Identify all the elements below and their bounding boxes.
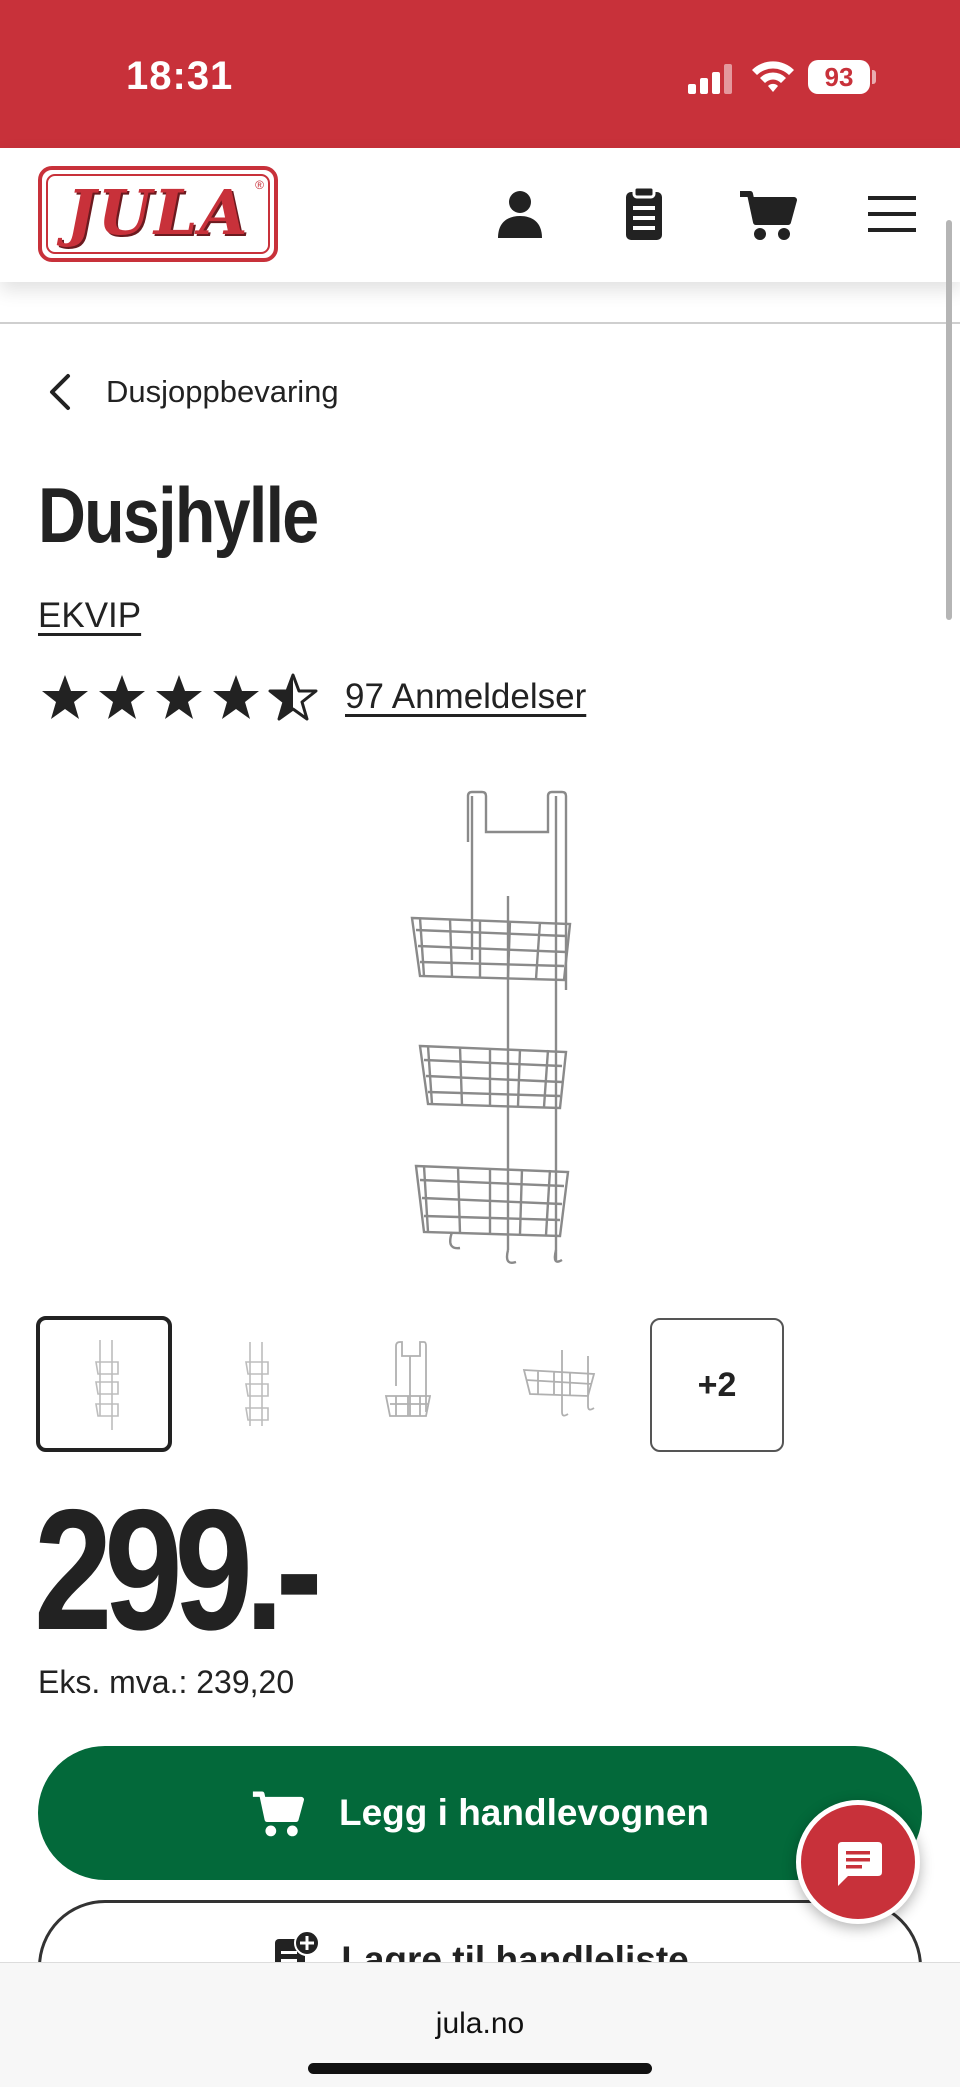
price: 299.- bbox=[34, 1474, 323, 1666]
chat-icon bbox=[838, 1842, 882, 1886]
header-divider bbox=[0, 322, 960, 324]
product-title: Dusjhylle bbox=[38, 471, 319, 559]
browser-address-bar[interactable]: jula.no bbox=[0, 1962, 960, 2087]
thumbnail-2[interactable] bbox=[188, 1316, 324, 1452]
star-full-icon bbox=[213, 675, 259, 719]
status-bar: 18:31 93 bbox=[0, 0, 960, 148]
registered-mark: ® bbox=[255, 178, 264, 192]
cellular-signal-icon bbox=[688, 64, 734, 94]
cart-icon[interactable] bbox=[738, 184, 798, 244]
product-image[interactable] bbox=[380, 780, 580, 1280]
breadcrumb-label: Dusjoppbevaring bbox=[106, 374, 339, 409]
wifi-icon bbox=[752, 61, 794, 92]
rating-row[interactable]: 97 Anmeldelser bbox=[40, 668, 586, 726]
thumbnail-image bbox=[95, 1340, 119, 1430]
add-to-cart-label: Legg i handlevognen bbox=[338, 1792, 710, 1833]
shopping-list-icon[interactable] bbox=[614, 184, 674, 244]
thumbnail-image bbox=[384, 1341, 432, 1417]
thumbnail-1[interactable] bbox=[36, 1316, 172, 1452]
menu-icon[interactable] bbox=[862, 184, 922, 244]
thumbnail-4[interactable] bbox=[492, 1316, 628, 1452]
star-full-icon bbox=[156, 675, 202, 719]
more-images-button[interactable]: +2 bbox=[650, 1318, 784, 1452]
jula-logo[interactable]: JULA ® bbox=[38, 166, 278, 262]
add-to-cart-button[interactable]: Legg i handlevognen bbox=[38, 1746, 922, 1880]
star-full-icon bbox=[99, 675, 145, 719]
chevron-left-icon bbox=[50, 374, 70, 410]
site-header: JULA ® bbox=[0, 148, 960, 282]
breadcrumb[interactable]: Dusjoppbevaring bbox=[46, 364, 339, 420]
thumbnail-image bbox=[522, 1350, 596, 1417]
thumbnail-image bbox=[245, 1342, 269, 1426]
chat-button[interactable] bbox=[796, 1800, 920, 1924]
star-full-icon bbox=[42, 675, 88, 719]
logo-text: JULA bbox=[66, 176, 250, 249]
star-half-icon bbox=[268, 673, 318, 721]
url-text[interactable]: jula.no bbox=[0, 2007, 960, 2041]
account-icon[interactable] bbox=[490, 184, 550, 244]
thumbnail-3[interactable] bbox=[340, 1316, 476, 1452]
battery-indicator: 93 bbox=[808, 60, 870, 94]
page-scrollbar[interactable] bbox=[946, 220, 952, 620]
price-ex-vat: Eks. mva.: 239,20 bbox=[38, 1664, 295, 1700]
status-time: 18:31 bbox=[126, 54, 234, 98]
brand-link[interactable]: EKVIP bbox=[38, 596, 141, 636]
battery-tip bbox=[872, 70, 876, 84]
home-indicator[interactable] bbox=[308, 2063, 652, 2074]
cart-icon bbox=[252, 1791, 304, 1837]
reviews-link[interactable]: 97 Anmeldelser bbox=[345, 677, 586, 717]
